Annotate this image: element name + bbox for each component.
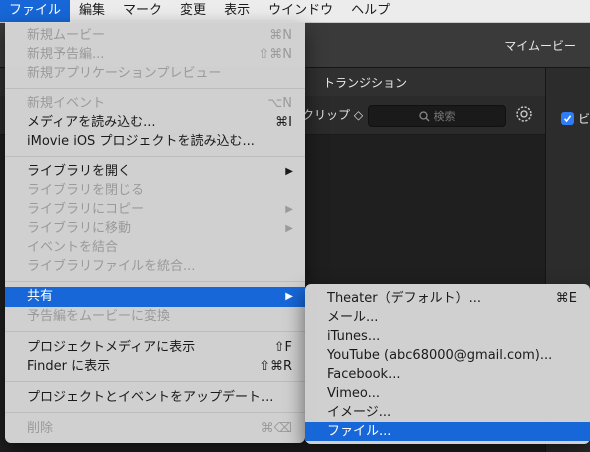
menu-separator <box>5 88 305 89</box>
share-item-image[interactable]: イメージ... <box>305 403 590 422</box>
search-icon <box>418 110 429 121</box>
checkmark-icon <box>563 115 572 123</box>
submenu-arrow-icon: ▶ <box>285 223 293 234</box>
clip-filter-popup[interactable]: クリップ ◇ <box>302 106 363 123</box>
menu-item-open-library[interactable]: ライブラリを開く ▶ <box>5 162 305 181</box>
menu-bar: ファイル 編集 マーク 変更 表示 ウインドウ ヘルプ <box>0 0 590 23</box>
menu-item-new-app-preview[interactable]: 新規アプリケーションプレビュー <box>5 64 305 83</box>
video-checkbox-label: ビ <box>578 112 590 126</box>
menu-item-new-movie[interactable]: 新規ムービー ⌘N <box>5 26 305 45</box>
menu-item-close-library[interactable]: ライブラリを閉じる <box>5 181 305 200</box>
gear-icon[interactable] <box>514 104 534 124</box>
menu-edit[interactable]: 編集 <box>70 0 114 22</box>
menu-separator <box>5 412 305 413</box>
menu-item-convert-trailer[interactable]: 予告編をムービーに変換 <box>5 307 305 326</box>
menu-item-share[interactable]: 共有 ▶ <box>5 287 305 307</box>
menu-item-new-event[interactable]: 新規イベント ⌥N <box>5 94 305 113</box>
menu-item-copy-to-library[interactable]: ライブラリにコピー ▶ <box>5 200 305 219</box>
menu-help[interactable]: ヘルプ <box>342 0 399 22</box>
menu-separator <box>5 281 305 282</box>
menu-file[interactable]: ファイル <box>0 0 71 22</box>
share-item-facebook[interactable]: Facebook... <box>305 365 590 384</box>
menu-view[interactable]: 表示 <box>215 0 259 22</box>
menu-separator <box>5 156 305 157</box>
search-field[interactable]: 検索 <box>368 105 506 127</box>
menu-item-delete[interactable]: 削除 ⌘⌫ <box>5 419 305 438</box>
menu-item-import-ios-project[interactable]: iMovie iOS プロジェクトを読み込む... <box>5 132 305 151</box>
menu-item-merge-events[interactable]: イベントを結合 <box>5 238 305 257</box>
submenu-arrow-icon: ▶ <box>285 204 293 215</box>
file-menu: 新規ムービー ⌘N 新規予告編... ⇧⌘N 新規アプリケーションプレビュー 新規イ… <box>5 22 305 443</box>
search-placeholder: 検索 <box>433 110 456 123</box>
window-title: マイムービー <box>504 39 576 53</box>
menu-item-new-trailer[interactable]: 新規予告編... ⇧⌘N <box>5 45 305 64</box>
share-item-vimeo[interactable]: Vimeo... <box>305 384 590 403</box>
submenu-arrow-icon: ▶ <box>285 291 293 302</box>
menu-item-move-to-library[interactable]: ライブラリに移動 ▶ <box>5 219 305 238</box>
menu-item-update-projects[interactable]: プロジェクトとイベントをアップデート... <box>5 388 305 407</box>
menu-window[interactable]: ウインドウ <box>259 0 342 22</box>
share-item-email[interactable]: メール... <box>305 308 590 327</box>
menu-item-reveal-project-media[interactable]: プロジェクトメディアに表示 ⇧F <box>5 338 305 357</box>
menu-separator <box>5 381 305 382</box>
menu-modify[interactable]: 変更 <box>171 0 215 22</box>
share-item-itunes[interactable]: iTunes... <box>305 327 590 346</box>
video-checkbox[interactable] <box>561 112 574 125</box>
menu-mark[interactable]: マーク <box>114 0 171 22</box>
submenu-arrow-icon: ▶ <box>285 166 293 177</box>
share-item-theater[interactable]: Theater（デフォルト）... ⌘E <box>305 289 590 308</box>
menu-item-reveal-in-finder[interactable]: Finder に表示 ⇧⌘R <box>5 357 305 376</box>
tab-transitions[interactable]: トランジション <box>323 74 407 91</box>
menu-item-import-media[interactable]: メディアを読み込む... ⌘I <box>5 113 305 132</box>
share-item-file[interactable]: ファイル... <box>305 422 590 441</box>
share-item-youtube[interactable]: YouTube (abc68000@gmail.com)... <box>305 346 590 365</box>
share-submenu: Theater（デフォルト）... ⌘E メール... iTunes... You… <box>305 284 590 444</box>
menu-separator <box>5 331 305 332</box>
menu-item-consolidate-library[interactable]: ライブラリファイルを統合... <box>5 257 305 276</box>
